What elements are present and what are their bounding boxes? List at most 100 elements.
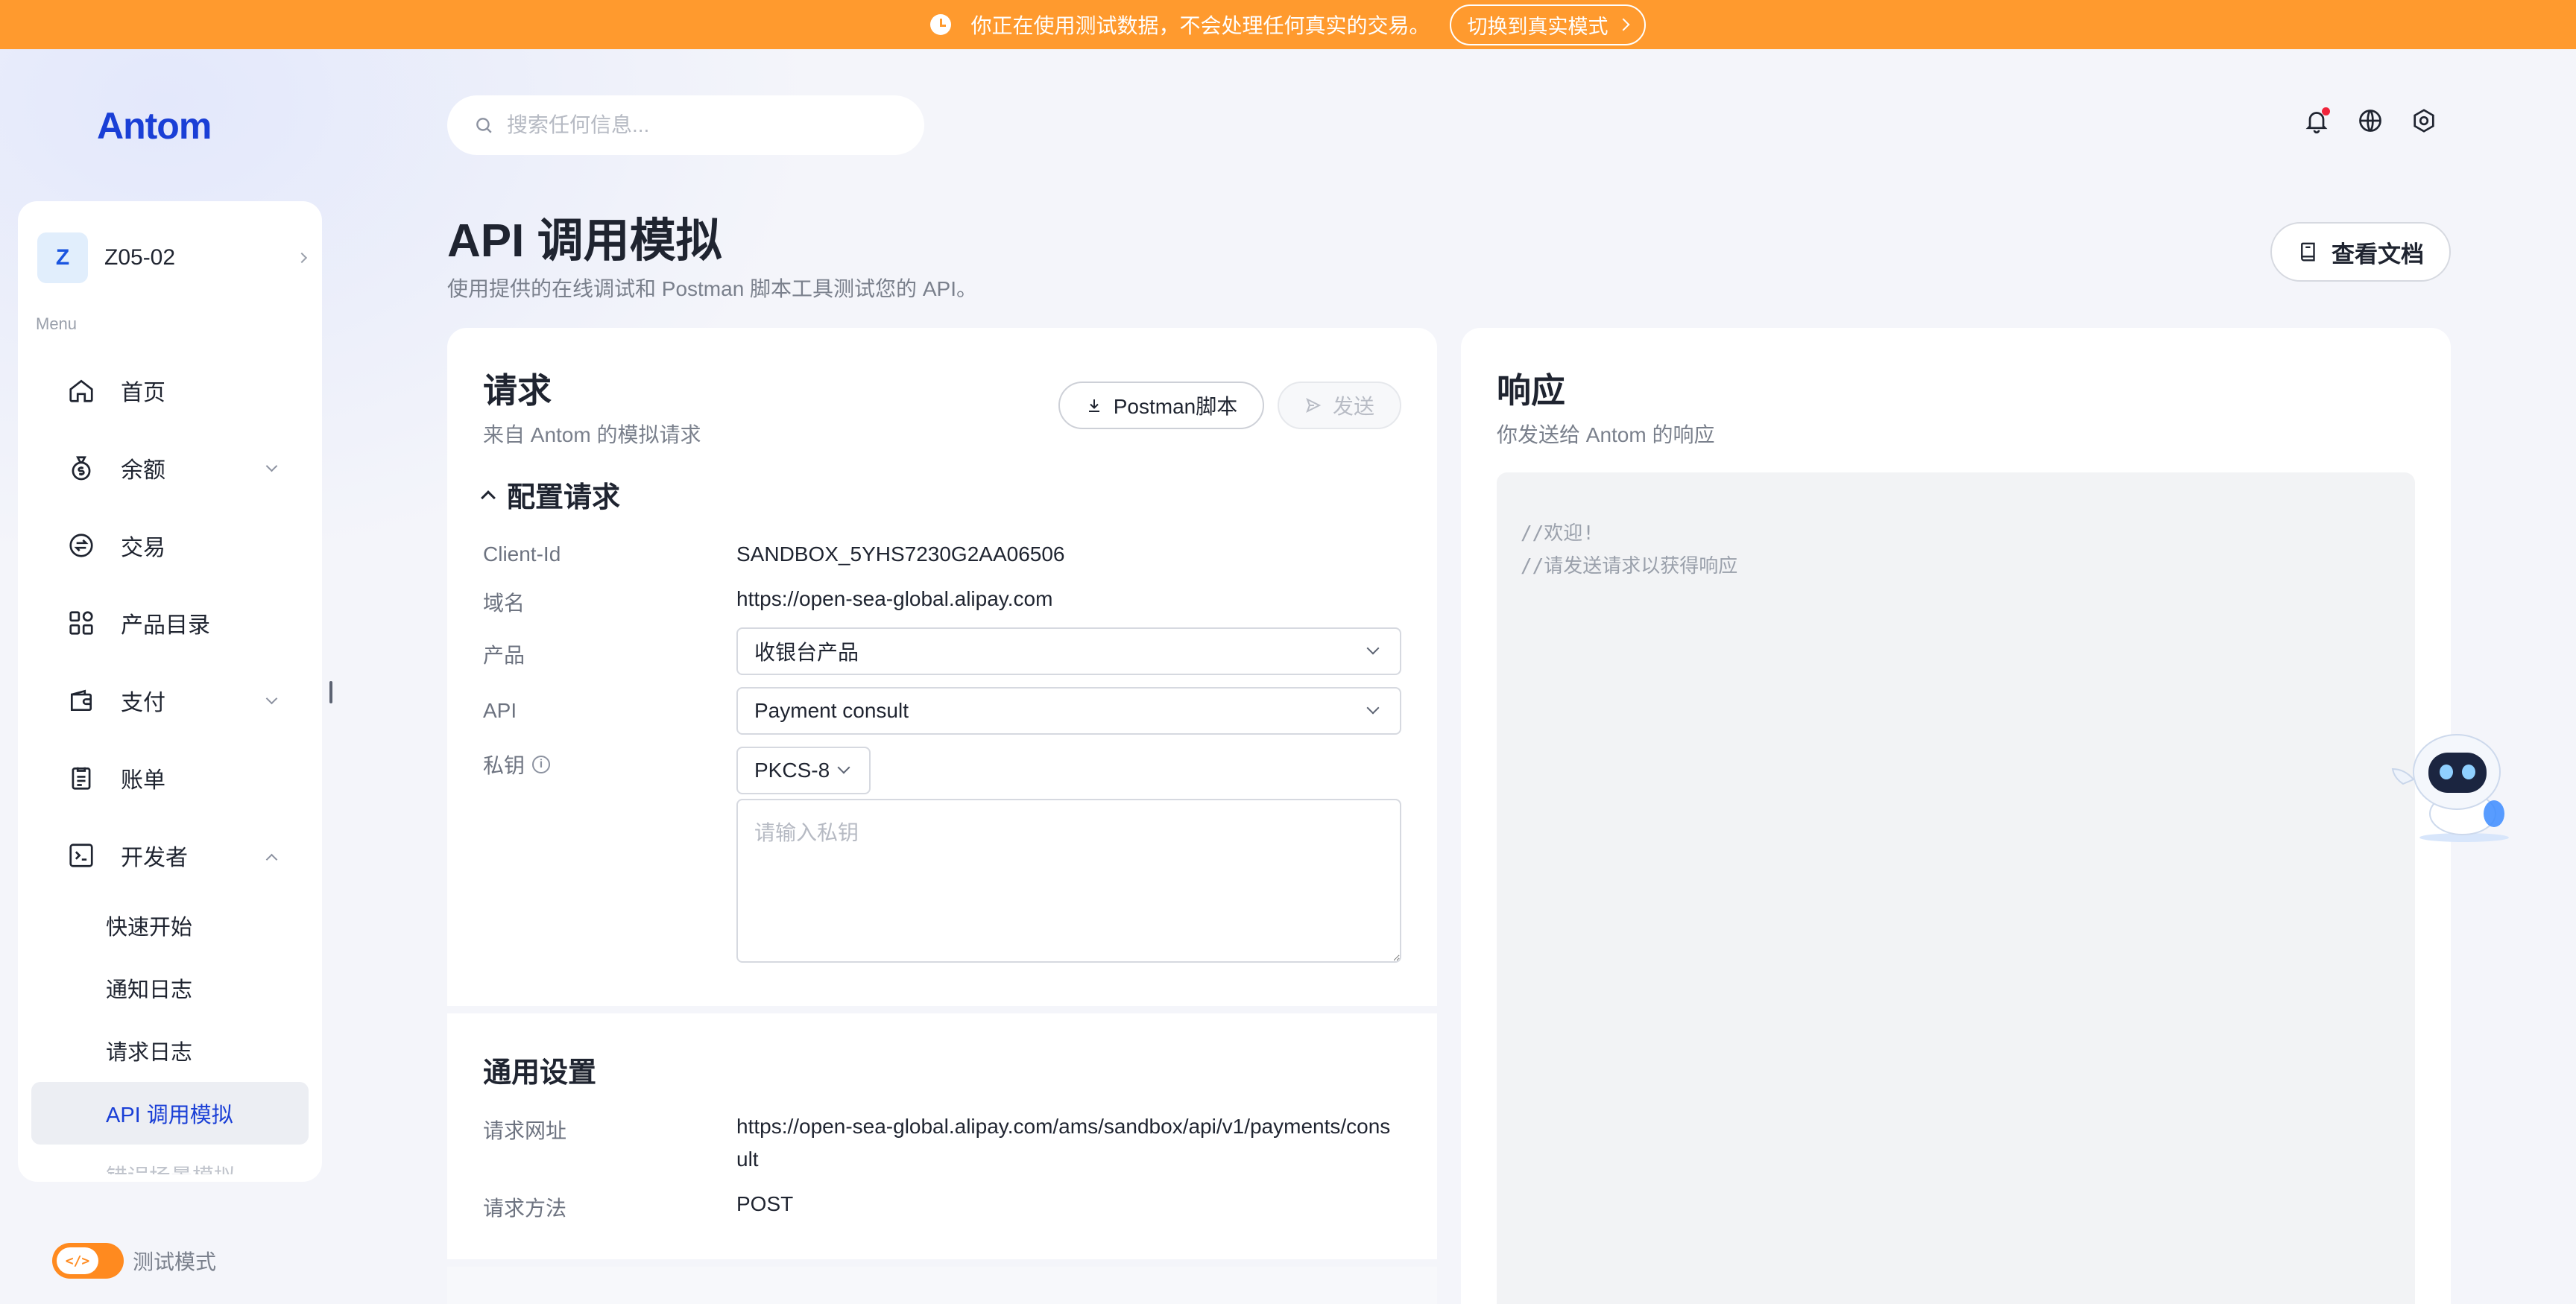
avatar: Z <box>37 232 88 283</box>
product-select[interactable]: 收银台产品 <box>736 627 1401 675</box>
response-code-area[interactable]: //欢迎! //请发送请求以获得响应 <box>1497 472 2415 1304</box>
home-icon <box>69 379 93 402</box>
private-key-label-group: 私钥 i <box>483 750 551 779</box>
terminal-icon <box>69 844 93 867</box>
sidebar-nav: 首页 余额 交易 产品目录 支付 账单 开发者 快速开始 通知日志 请求日志 A… <box>31 352 309 1174</box>
settings-button[interactable] <box>2411 107 2437 134</box>
search-bar[interactable] <box>447 95 924 155</box>
test-mode-label: 测试模式 <box>133 1250 217 1273</box>
chevron-down-icon <box>1366 642 1380 655</box>
chevron-right-icon <box>296 252 308 264</box>
notification-dot <box>2322 107 2330 115</box>
chevron-up-icon <box>481 490 496 505</box>
account-name: Z05-02 <box>104 245 176 270</box>
client-id-label: Client-Id <box>483 542 561 566</box>
domain-value: https://open-sea-global.alipay.com <box>736 587 1053 610</box>
chevron-down-icon <box>1366 701 1380 715</box>
postman-script-button[interactable]: Postman脚本 <box>1058 382 1264 429</box>
response-code-line: //欢迎! <box>1521 522 1594 545</box>
gear-icon <box>2414 109 2434 133</box>
chevron-up-icon <box>265 853 278 866</box>
grid-icon <box>69 611 93 635</box>
response-subtitle: 你发送给 Antom 的响应 <box>1497 423 1715 446</box>
domain-label: 域名 <box>483 592 525 615</box>
sidebar-item-label: 产品目录 <box>121 613 210 638</box>
search-input[interactable] <box>507 113 894 137</box>
exchange-icon <box>69 534 93 557</box>
product-select-value: 收银台产品 <box>754 641 859 664</box>
sidebar-item-developer[interactable]: 开发者 <box>31 817 309 894</box>
sidebar-item-label: 余额 <box>121 458 165 483</box>
sidebar-subitem-notification-log[interactable]: 通知日志 <box>31 957 309 1019</box>
postman-script-label: Postman脚本 <box>1113 395 1238 418</box>
chevron-down-icon <box>837 761 850 774</box>
private-key-label: 私钥 <box>483 754 525 777</box>
switch-to-live-button[interactable]: 切换到真实模式 <box>1449 4 1646 45</box>
language-button[interactable] <box>2357 107 2384 134</box>
config-request-toggle[interactable]: 配置请求 <box>481 474 621 515</box>
page-subtitle: 使用提供的在线调试和 Postman 脚本工具测试您的 API。 <box>447 277 977 300</box>
sidebar-item-label: 交易 <box>121 536 165 560</box>
product-label: 产品 <box>483 644 525 667</box>
key-format-value: PKCS-8 <box>754 759 830 782</box>
config-request-title: 配置请求 <box>507 482 621 513</box>
private-key-input[interactable] <box>736 799 1401 963</box>
send-label: 发送 <box>1332 395 1374 418</box>
bill-icon <box>72 767 91 790</box>
sidebar-collapse-handle[interactable] <box>329 681 332 703</box>
request-url-label: 请求网址 <box>483 1119 567 1142</box>
sidebar: Z Z05-02 Menu 首页 余额 交易 产品目录 支付 账单 开发者 快速… <box>18 201 322 1182</box>
common-settings-title: 通用设置 <box>483 1057 597 1089</box>
menu-label: Menu <box>36 314 78 333</box>
code-icon: </> <box>57 1247 98 1274</box>
key-format-select[interactable]: PKCS-8 <box>736 747 871 794</box>
book-icon <box>2301 242 2315 262</box>
request-panel: 请求 来自 Antom 的模拟请求 Postman脚本 发送 配置请求 Clie… <box>447 328 1437 1006</box>
globe-icon <box>2359 110 2381 132</box>
sidebar-subitem-error-simulation[interactable]: 错误场景模拟 <box>31 1145 309 1174</box>
antom-logo[interactable]: Antom <box>97 104 212 148</box>
sidebar-item-label: 开发者 <box>121 846 188 870</box>
sidebar-subitem-quick-start[interactable]: 快速开始 <box>31 894 309 957</box>
clock-icon <box>930 14 952 35</box>
sidebar-subitem-request-log[interactable]: 请求日志 <box>31 1019 309 1082</box>
info-icon[interactable]: i <box>532 756 551 773</box>
robot-assistant-icon[interactable] <box>2382 726 2531 845</box>
api-select-value: Payment consult <box>754 699 909 722</box>
request-method-label: 请求方法 <box>483 1197 567 1220</box>
notifications-button[interactable] <box>2303 107 2330 134</box>
banner-message: 你正在使用测试数据，不会处理任何真实的交易。 <box>970 14 1430 37</box>
request-method-value: POST <box>736 1192 794 1215</box>
sidebar-item-home[interactable]: 首页 <box>31 352 309 429</box>
sidebar-item-bills[interactable]: 账单 <box>31 739 309 817</box>
sidebar-item-label: 首页 <box>121 381 165 405</box>
sidebar-item-payments[interactable]: 支付 <box>31 662 309 739</box>
chevron-right-icon <box>1617 18 1629 31</box>
developer-submenu: 快速开始 通知日志 请求日志 API 调用模拟 错误场景模拟 <box>31 894 309 1174</box>
test-data-banner: 你正在使用测试数据，不会处理任何真实的交易。 切换到真实模式 <box>0 0 2576 49</box>
api-label: API <box>483 699 517 722</box>
view-docs-button[interactable]: 查看文档 <box>2270 222 2451 282</box>
search-icon <box>476 118 492 133</box>
send-icon <box>1306 397 1322 414</box>
view-docs-label: 查看文档 <box>2332 241 2424 268</box>
sidebar-item-balance[interactable]: 余额 <box>31 429 309 507</box>
send-button[interactable]: 发送 <box>1278 382 1401 429</box>
common-settings-panel: 通用设置 请求网址 https://open-sea-global.alipay… <box>447 1013 1437 1259</box>
request-subtitle: 来自 Antom 的模拟请求 <box>483 423 701 446</box>
request-url-value-line1: https://open-sea-global.alipay.com/ams/s… <box>736 1115 1391 1138</box>
api-select[interactable]: Payment consult <box>736 687 1401 735</box>
top-toolbar <box>2303 107 2437 134</box>
request-title: 请求 <box>483 371 552 410</box>
sidebar-subitem-api-simulation[interactable]: API 调用模拟 <box>31 1082 309 1145</box>
request-url-value-line2: ult <box>736 1148 759 1171</box>
money-bag-icon <box>72 456 91 481</box>
switch-to-live-label: 切换到真实模式 <box>1467 15 1609 38</box>
sidebar-item-transactions[interactable]: 交易 <box>31 507 309 584</box>
test-mode-control: </> 测试模式 <box>52 1243 216 1279</box>
sidebar-item-product-catalog[interactable]: 产品目录 <box>31 584 309 662</box>
next-section-edge <box>447 1267 1437 1304</box>
response-panel: 响应 你发送给 Antom 的响应 //欢迎! //请发送请求以获得响应 <box>1461 328 2451 1304</box>
account-switcher[interactable]: Z Z05-02 <box>37 228 313 288</box>
test-mode-toggle[interactable]: </> <box>52 1243 124 1279</box>
